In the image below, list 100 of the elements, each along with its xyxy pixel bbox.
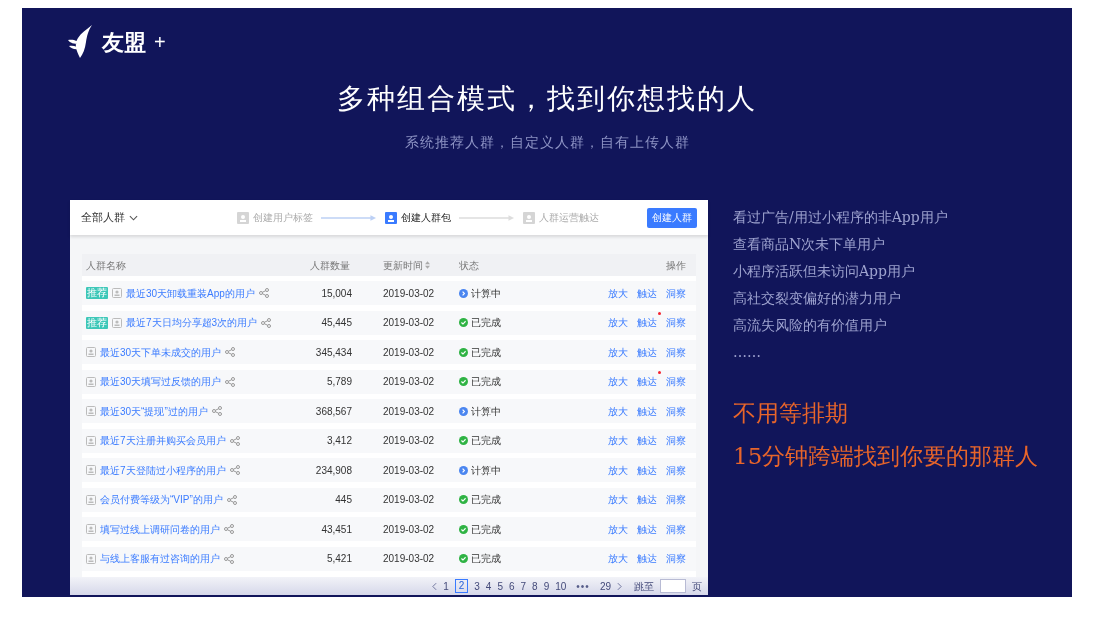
action-link[interactable]: 洞察	[666, 521, 686, 537]
page-link[interactable]: 1	[443, 578, 449, 594]
action-link[interactable]: 洞察	[666, 492, 686, 507]
action-link[interactable]: 触达	[637, 285, 657, 301]
tag-badge: 推荐	[86, 316, 108, 329]
group-name-link[interactable]: 最近7天登陆过小程序的用户	[100, 462, 226, 478]
table-cell-text: 345,434	[315, 345, 352, 360]
segment-text: 看过广告/用过小程序的非App用户	[733, 208, 949, 227]
step[interactable]: 创建用户标签	[237, 210, 313, 225]
action-link[interactable]: 触达	[637, 344, 657, 360]
action-link[interactable]: 洞察	[666, 285, 686, 301]
action-link[interactable]: 放大	[608, 315, 628, 330]
action-link[interactable]: 放大	[608, 492, 628, 507]
group-name-link[interactable]: 最近7天注册并购买会员用户	[100, 433, 226, 448]
table-cell-text: 2019-03-02	[383, 316, 435, 330]
share-icon	[226, 494, 237, 505]
action-link[interactable]: 放大	[608, 374, 628, 389]
column-header: 人群名称	[86, 258, 126, 273]
table-cell-text: 43,451	[321, 522, 352, 537]
action-link[interactable]: 触达	[637, 551, 657, 566]
action-link[interactable]: 放大	[608, 521, 628, 537]
group-name-link[interactable]: 最近30天下单未成交的用户	[100, 344, 222, 360]
step[interactable]: 创建人群包	[385, 210, 451, 225]
action-link[interactable]: 触达	[637, 521, 657, 537]
page-link[interactable]: 5	[497, 578, 503, 594]
table-cell-text: 2019-03-02	[383, 434, 435, 448]
action-link[interactable]: 放大	[608, 344, 628, 360]
share-icon	[211, 406, 222, 416]
status-text: 已完成	[471, 345, 501, 360]
step-icon	[523, 211, 535, 224]
share-icon	[229, 435, 240, 446]
page-link[interactable]: 4	[485, 578, 492, 594]
step[interactable]: 人群运营触达	[523, 210, 599, 225]
table-cell-text: 368,567	[315, 404, 352, 419]
step-arrow-icon	[459, 214, 515, 221]
page-link[interactable]: 8	[532, 578, 538, 594]
group-name-link[interactable]: 最近30天填写过反馈的用户	[100, 374, 222, 389]
group-name-link[interactable]: 与线上客服有过咨询的用户	[100, 551, 220, 566]
action-link[interactable]: 触达	[637, 433, 657, 448]
table-cell-text: 445	[335, 493, 352, 507]
page-link[interactable]: 3	[474, 578, 480, 594]
action-link[interactable]: 放大	[608, 462, 628, 478]
step-icon	[237, 211, 249, 224]
page-link[interactable]: 10	[555, 578, 567, 594]
column-header: 状态	[459, 258, 479, 273]
scope-dropdown[interactable]: 全部人群	[81, 209, 237, 226]
user-group-icon	[112, 288, 122, 298]
group-name-link[interactable]: 最近30天“提现”过的用户	[100, 403, 208, 419]
user-group-icon	[86, 494, 96, 505]
action-link[interactable]: 洞察	[666, 462, 686, 478]
action-link[interactable]: 放大	[608, 433, 628, 448]
page-link[interactable]: 2	[454, 579, 469, 593]
user-group-icon	[86, 376, 96, 387]
user-group-icon	[86, 435, 96, 446]
page-input[interactable]	[660, 579, 686, 593]
status-text: 已完成	[471, 522, 501, 537]
status-text: 计算中	[471, 286, 501, 301]
action-link[interactable]: 洞察	[666, 344, 686, 360]
page-link[interactable]: 29	[599, 578, 611, 594]
action-link[interactable]: 放大	[608, 403, 628, 419]
table-cell-text: 5,421	[326, 552, 352, 566]
jump-label: 跳至	[634, 579, 654, 594]
group-name-link[interactable]: 会员付费等级为“VIP”的用户	[100, 492, 223, 507]
group-name-link[interactable]: 最近30天卸载重装App的用户	[126, 285, 255, 301]
action-link[interactable]: 触达	[637, 403, 657, 419]
headline: 多种组合模式，找到你想找的人	[337, 81, 757, 117]
subheadline: 系统推荐人群，自定义人群，自有上传人群	[404, 133, 690, 152]
chevron-right-icon	[617, 581, 622, 591]
table-cell-text: 234,908	[315, 463, 352, 478]
table-cell-text: 2019-03-02	[383, 463, 435, 478]
action-link[interactable]: 洞察	[666, 374, 686, 389]
user-group-icon	[86, 347, 96, 357]
user-group-icon	[86, 524, 96, 534]
page-link[interactable]: 7	[520, 578, 527, 594]
highlight-text: 不用等排期	[733, 399, 849, 428]
action-link[interactable]: 洞察	[666, 551, 686, 566]
page-link[interactable]: 9	[543, 578, 550, 594]
action-link[interactable]: 洞察	[666, 433, 686, 448]
action-link[interactable]: 洞察	[666, 403, 686, 419]
action-link[interactable]: 触达	[637, 492, 657, 507]
table-cell-text: 45,445	[321, 316, 352, 330]
table-cell-text: 2019-03-02	[383, 345, 435, 360]
status-text: 已完成	[471, 434, 501, 448]
action-link[interactable]: 触达	[637, 315, 657, 330]
action-link[interactable]: 触达	[637, 374, 657, 389]
action-link[interactable]: 触达	[637, 462, 657, 478]
page-link[interactable]: 6	[509, 578, 515, 594]
status-text: 计算中	[471, 463, 501, 478]
share-icon	[261, 317, 272, 328]
action-link[interactable]: 放大	[608, 551, 628, 566]
sort-icon	[425, 261, 430, 269]
highlight-text: 15分钟跨端找到你要的那群人	[733, 442, 1039, 471]
logo-text: 友盟	[102, 28, 146, 57]
group-name-link[interactable]: 填写过线上调研问卷的用户	[100, 521, 220, 537]
share-icon	[229, 465, 240, 475]
action-link[interactable]: 放大	[608, 285, 628, 301]
chevron-down-icon	[129, 214, 138, 221]
action-link[interactable]: 洞察	[666, 315, 686, 330]
group-name-link[interactable]: 最近7天日均分享超3次的用户	[126, 315, 258, 330]
create-button[interactable]: 创建人群	[647, 207, 697, 228]
